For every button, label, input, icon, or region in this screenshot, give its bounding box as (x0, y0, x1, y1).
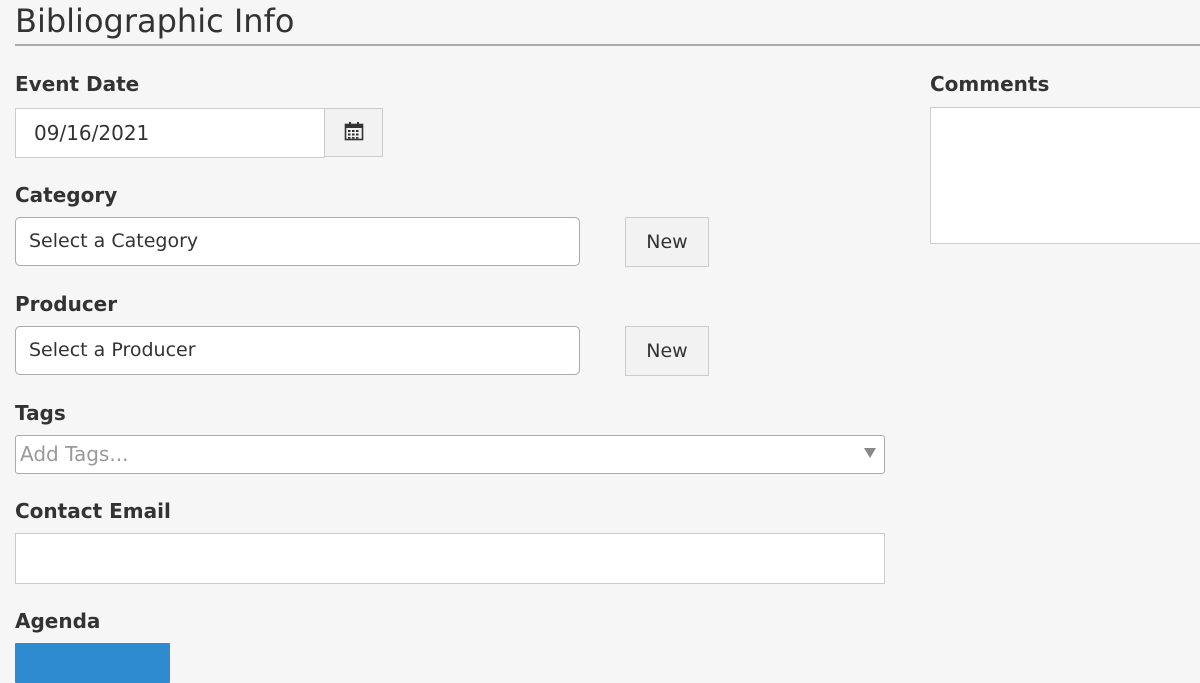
dropdown-arrow-icon[interactable] (864, 448, 876, 458)
event-date-label: Event Date (15, 72, 140, 96)
contact-email-input[interactable] (15, 533, 885, 584)
agenda-button[interactable] (15, 643, 170, 683)
category-label: Category (15, 183, 118, 207)
category-select[interactable]: Select a Category (15, 217, 580, 266)
comments-textarea[interactable] (930, 107, 1200, 244)
producer-label: Producer (15, 292, 118, 316)
agenda-label: Agenda (15, 609, 101, 633)
tags-placeholder: Add Tags... (20, 442, 129, 466)
calendar-button[interactable] (324, 108, 383, 157)
new-producer-button[interactable]: New (625, 326, 709, 376)
new-category-button[interactable]: New (625, 217, 709, 267)
tags-input[interactable]: Add Tags... (15, 435, 885, 474)
section-title: Bibliographic Info (15, 2, 295, 40)
event-date-input[interactable]: 09/16/2021 (15, 108, 325, 158)
title-divider (15, 44, 1200, 46)
comments-label: Comments (930, 72, 1050, 96)
calendar-icon (344, 121, 364, 145)
contact-email-label: Contact Email (15, 499, 171, 523)
tags-label: Tags (15, 401, 66, 425)
producer-select[interactable]: Select a Producer (15, 326, 580, 375)
